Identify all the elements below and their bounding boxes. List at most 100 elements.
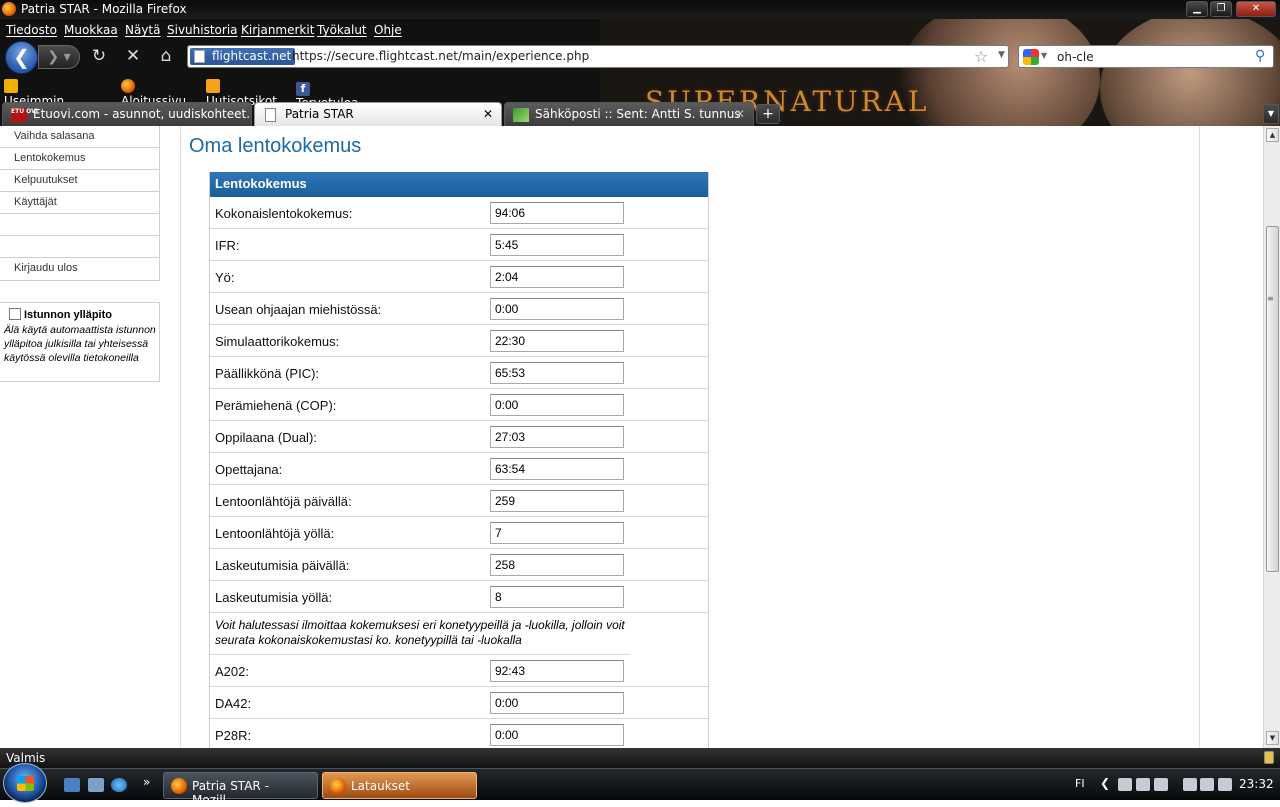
url-bar[interactable]: flightcast.net https://secure.flightcast… bbox=[187, 45, 1009, 68]
taskbar-downloads-window[interactable]: Lataukset bbox=[322, 772, 477, 799]
status-bar: Valmis bbox=[0, 748, 1280, 768]
da42-input[interactable]: 0:00 bbox=[490, 692, 624, 714]
close-tab-icon[interactable]: ✕ bbox=[735, 107, 745, 121]
google-engine-icon[interactable] bbox=[1023, 49, 1039, 65]
menu-help[interactable]: Ohje bbox=[374, 23, 402, 37]
arrow-right-icon: ❯ ▾ bbox=[47, 49, 71, 65]
scrollbar-thumb[interactable] bbox=[1266, 226, 1279, 572]
experience-row: Laskeutumisia yöllä: 8 bbox=[210, 581, 708, 613]
experience-row: Perämiehenä (COP): 0:00 bbox=[210, 389, 708, 421]
webmail-favicon bbox=[513, 108, 529, 122]
nav-users[interactable]: Käyttäjät bbox=[0, 192, 159, 214]
ifr-input[interactable]: 5:45 bbox=[490, 234, 624, 256]
url-history-dropdown-icon[interactable]: ▼ bbox=[998, 50, 1005, 60]
pic-input[interactable]: 65:53 bbox=[490, 362, 624, 384]
page-icon bbox=[265, 108, 276, 122]
page-title: Oma lentokokemus bbox=[189, 135, 362, 157]
home-icon: ⌂ bbox=[160, 46, 172, 66]
total-experience-input[interactable]: 94:06 bbox=[490, 202, 624, 224]
night-landings-input[interactable]: 8 bbox=[490, 586, 624, 608]
tab-label: Patria STAR bbox=[285, 107, 354, 121]
url-text[interactable]: https://secure.flightcast.net/main/exper… bbox=[292, 49, 589, 63]
row-label: Lentoonlähtöjä päivällä: bbox=[215, 494, 352, 509]
minimize-button[interactable]: ▁ bbox=[1186, 1, 1208, 17]
instructor-input[interactable]: 63:54 bbox=[490, 458, 624, 480]
scroll-down-icon[interactable]: ▼ bbox=[1266, 731, 1279, 745]
language-indicator[interactable]: FI bbox=[1075, 777, 1085, 790]
search-input[interactable]: oh-cle bbox=[1057, 50, 1094, 64]
cop-input[interactable]: 0:00 bbox=[490, 394, 624, 416]
tab-email[interactable]: Sähköposti :: Sent: Antti S. tunnus ✕ bbox=[504, 102, 754, 126]
menu-view[interactable]: Näytä bbox=[125, 23, 161, 37]
nav-flight-experience[interactable]: Lentokokemus bbox=[0, 148, 159, 170]
day-landings-input[interactable]: 258 bbox=[490, 554, 624, 576]
tray-device-icon[interactable] bbox=[1154, 778, 1168, 791]
stop-button[interactable]: ✕ bbox=[123, 46, 143, 66]
experience-row: Lentoonlähtöjä yöllä: 7 bbox=[210, 517, 708, 549]
close-tab-icon[interactable]: ✕ bbox=[483, 107, 493, 121]
quick-launch-more-icon[interactable]: » bbox=[143, 775, 150, 789]
multi-crew-input[interactable]: 0:00 bbox=[490, 298, 624, 320]
menu-file[interactable]: Tiedosto bbox=[6, 23, 57, 37]
a202-input[interactable]: 92:43 bbox=[490, 660, 624, 682]
tray-volume-icon[interactable] bbox=[1218, 778, 1232, 791]
tab-patria-star[interactable]: Patria STAR ✕ bbox=[254, 102, 502, 126]
session-keepalive-box: Istunnon ylläpito Älä käytä automaattist… bbox=[0, 302, 160, 382]
tray-app-icon[interactable] bbox=[1118, 778, 1132, 791]
session-keepalive-checkbox[interactable] bbox=[9, 308, 21, 320]
internet-explorer-icon[interactable] bbox=[111, 778, 127, 792]
show-desktop-icon[interactable] bbox=[64, 778, 80, 792]
menu-tools[interactable]: Työkalut bbox=[317, 23, 367, 37]
row-label: Simulaattorikokemus: bbox=[215, 334, 340, 349]
taskbar-firefox-window[interactable]: Patria STAR - Mozill... bbox=[163, 772, 318, 807]
site-identity-button[interactable]: flightcast.net bbox=[190, 48, 296, 65]
bookmark-star-icon[interactable]: ☆ bbox=[974, 47, 988, 66]
tray-battery-icon[interactable] bbox=[1183, 778, 1197, 791]
tab-list-button[interactable]: ▼ bbox=[1263, 104, 1279, 124]
rss-icon bbox=[206, 79, 220, 93]
night-input[interactable]: 2:04 bbox=[490, 266, 624, 288]
day-takeoffs-input[interactable]: 259 bbox=[490, 490, 624, 512]
back-button[interactable]: ❮ bbox=[5, 41, 38, 74]
nav-logout[interactable]: Kirjaudu ulos bbox=[0, 258, 159, 280]
menu-bookmarks[interactable]: Kirjanmerkit bbox=[241, 23, 314, 37]
row-label: Lentoonlähtöjä yöllä: bbox=[215, 526, 335, 541]
engine-dropdown-icon[interactable]: ▼ bbox=[1041, 51, 1047, 60]
search-icon[interactable]: ⚲ bbox=[1255, 48, 1265, 64]
tab-etuovi[interactable]: ETU OVI Etuovi.com - asunnot, uudiskohte… bbox=[2, 102, 252, 126]
row-label: IFR: bbox=[215, 238, 240, 253]
new-tab-button[interactable]: + bbox=[756, 104, 780, 124]
switch-windows-icon[interactable] bbox=[88, 778, 104, 792]
close-window-button[interactable]: ✕ bbox=[1236, 1, 1276, 17]
menu-edit[interactable]: Muokkaa bbox=[64, 23, 118, 37]
aircraft-type-note: Voit halutessasi ilmoittaa kokemuksesi e… bbox=[210, 613, 630, 655]
padlock-icon[interactable] bbox=[1264, 751, 1274, 764]
simulator-input[interactable]: 22:30 bbox=[490, 330, 624, 352]
reload-button[interactable]: ↻ bbox=[89, 46, 109, 66]
search-bar[interactable]: ▼ oh-cle ⚲ bbox=[1018, 45, 1274, 68]
scroll-up-icon[interactable]: ▲ bbox=[1266, 128, 1279, 142]
clock[interactable]: 23:32 bbox=[1239, 777, 1274, 791]
forward-button[interactable]: ❯ ▾ bbox=[38, 45, 80, 69]
start-button[interactable] bbox=[3, 763, 47, 803]
dual-input[interactable]: 27:03 bbox=[490, 426, 624, 448]
home-button[interactable]: ⌂ bbox=[156, 46, 176, 66]
tray-expand-icon[interactable]: ❮ bbox=[1100, 776, 1110, 790]
menu-history[interactable]: Sivuhistoria bbox=[167, 23, 238, 37]
vertical-scrollbar[interactable]: ▲ ≡ ▼ bbox=[1263, 126, 1280, 748]
night-takeoffs-input[interactable]: 7 bbox=[490, 522, 624, 544]
experience-row: Päällikkönä (PIC): 65:53 bbox=[210, 357, 708, 389]
firefox-icon bbox=[2, 2, 16, 16]
window-title-bar: Patria STAR - Mozilla Firefox ▁ ❐ ✕ bbox=[0, 0, 1280, 19]
nav-change-password[interactable]: Vaihda salasana bbox=[0, 126, 159, 148]
aircraft-type-row: DA42: 0:00 bbox=[210, 687, 708, 719]
p28r-input[interactable]: 0:00 bbox=[490, 724, 624, 746]
nav-qualifications[interactable]: Kelpuutukset bbox=[0, 170, 159, 192]
tray-display-icon[interactable] bbox=[1136, 778, 1150, 791]
tray-network-icon[interactable] bbox=[1200, 778, 1214, 791]
task-label: Patria STAR - Mozill... bbox=[192, 779, 269, 807]
firefox-icon bbox=[171, 778, 187, 794]
row-label: P28R: bbox=[215, 728, 252, 743]
maximize-button[interactable]: ❐ bbox=[1210, 1, 1232, 17]
tab-strip: ETU OVI Etuovi.com - asunnot, uudiskohte… bbox=[0, 100, 1280, 126]
